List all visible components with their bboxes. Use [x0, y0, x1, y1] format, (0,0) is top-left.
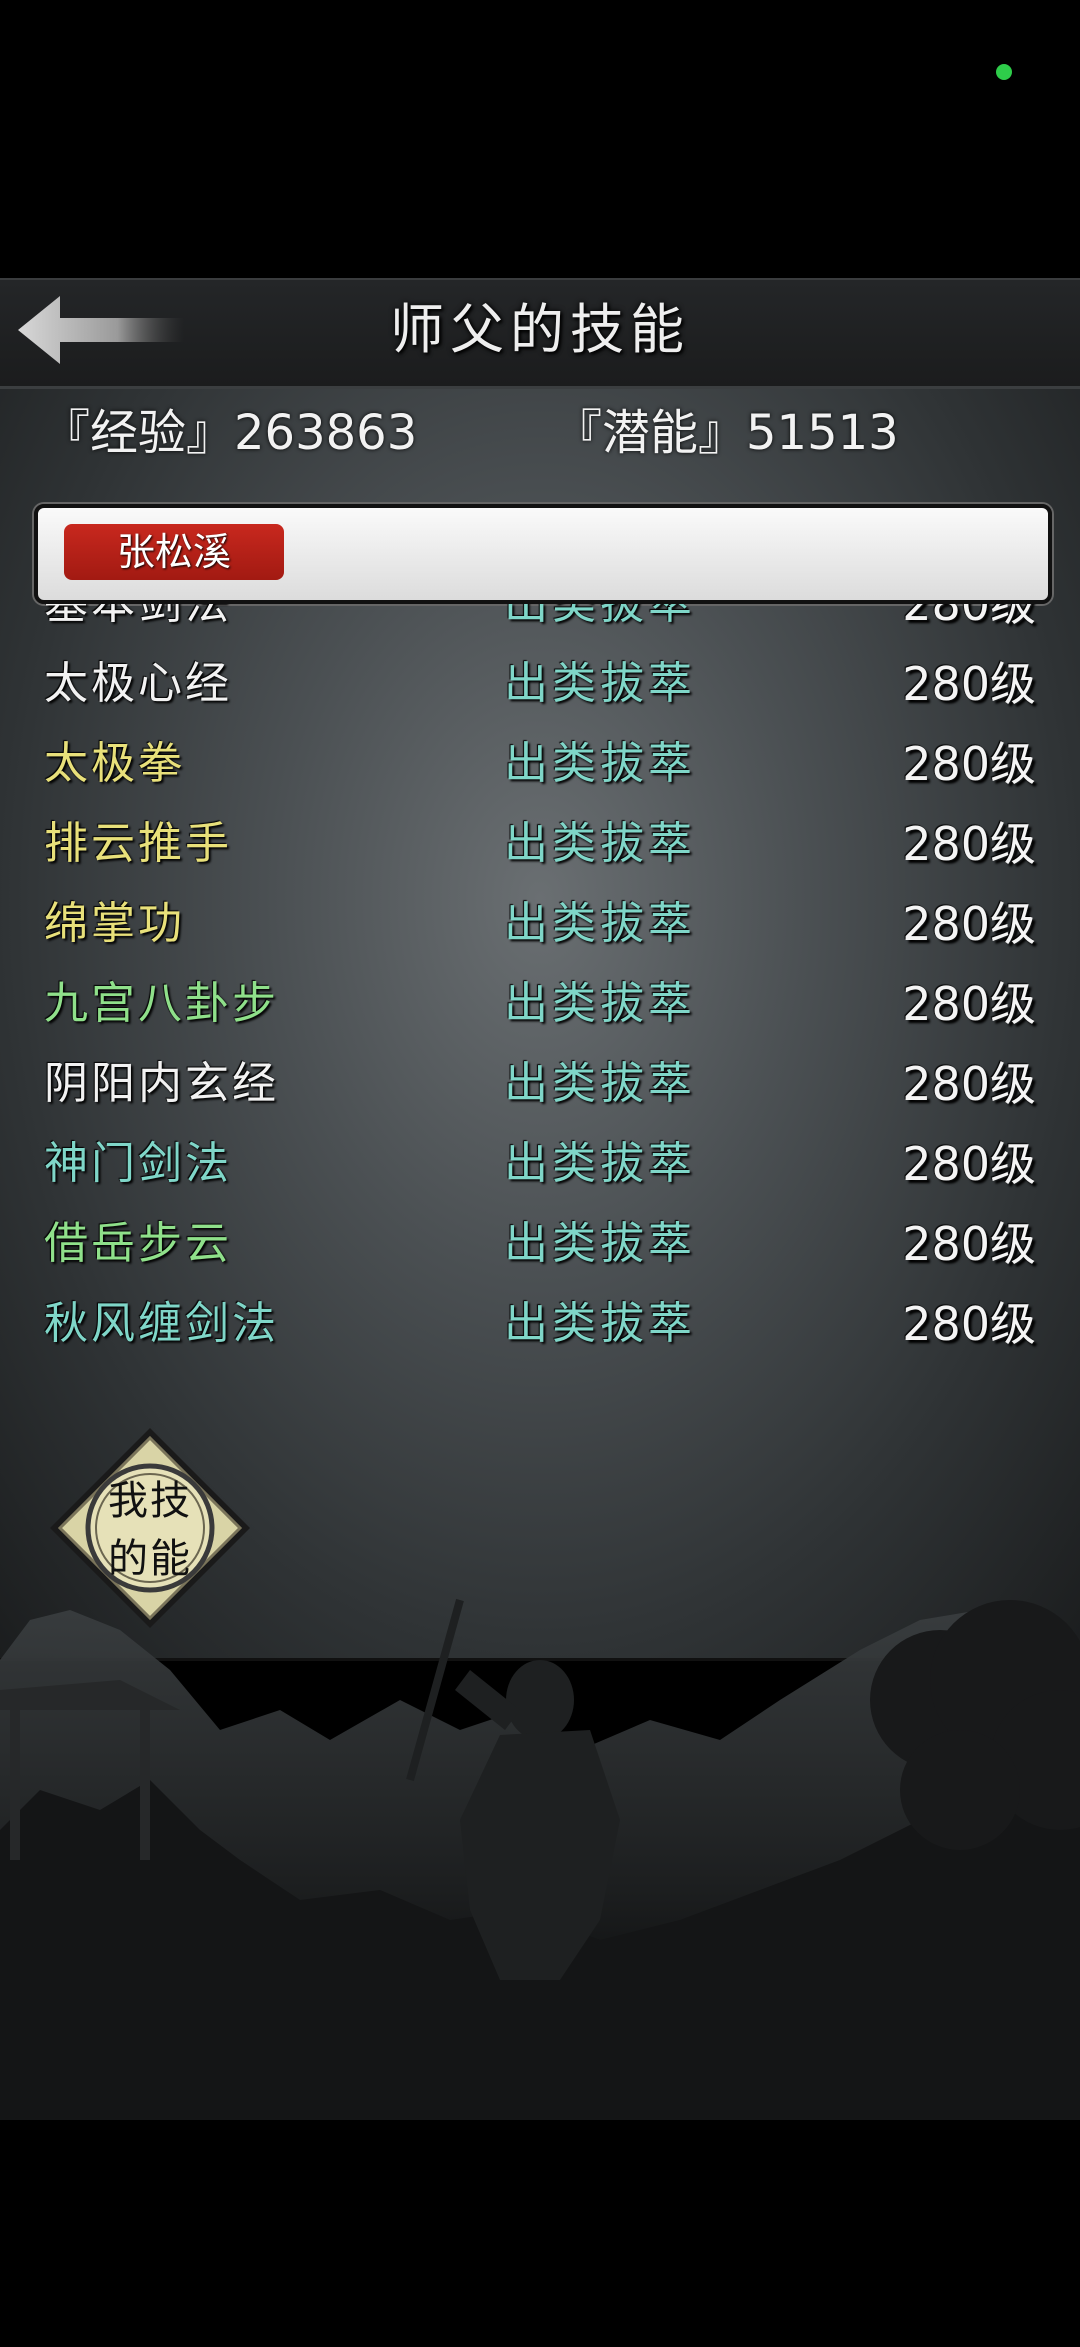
skill-name: 借岳步云: [44, 1218, 232, 1269]
skill-row[interactable]: 阴阳内玄经 出类拔萃 280级: [30, 1044, 1050, 1124]
skill-level: 280级: [902, 897, 1036, 951]
skill-row[interactable]: 基本剑法 出类拔萃 280级: [30, 604, 1050, 644]
skill-row[interactable]: 太极拳 出类拔萃 280级: [30, 724, 1050, 804]
skill-level: 280级: [902, 737, 1036, 791]
page-title: 师父的技能: [390, 298, 690, 361]
skill-grade: 出类拔萃: [504, 818, 696, 869]
skill-row[interactable]: 九宫八卦步 出类拔萃 280级: [30, 964, 1050, 1044]
skill-name: 排云推手: [44, 812, 288, 876]
skill-grade: 出类拔萃: [504, 1218, 696, 1269]
skill-grade: 出类拔萃: [504, 1138, 696, 1189]
skill-row[interactable]: 太极心经 出类拔萃 280级: [30, 644, 1050, 724]
tab-master-zhang[interactable]: 张松溪: [64, 524, 284, 580]
potential-stat: 『潜能』51513: [554, 405, 899, 461]
skill-name: 九宫八卦步: [44, 978, 279, 1029]
skill-name: 基本剑法: [44, 604, 248, 636]
skill-grade: 出类拔萃: [504, 738, 696, 789]
skill-level: 280级: [902, 1297, 1036, 1351]
skill-name: 秋风缠剑法: [44, 1298, 279, 1349]
skill-row[interactable]: 借岳步云 出类拔萃 280级: [30, 1204, 1050, 1284]
skill-grade: 出类拔萃: [504, 604, 696, 636]
skill-level: 280级: [902, 977, 1036, 1031]
skill-level: 280级: [902, 657, 1036, 711]
skill-grade: 出类拔萃: [504, 978, 696, 1029]
skill-grade: 出类拔萃: [504, 658, 696, 709]
skill-level: 280级: [902, 817, 1036, 871]
skill-name: 阴阳内玄经: [44, 1058, 279, 1109]
status-indicator-dot: [996, 64, 1012, 80]
skill-level: 280级: [902, 1137, 1036, 1191]
skill-list[interactable]: 基本剑法出类拔萃280级太极心经出类拔萃280级太极拳出类拔萃280级排云推手出…: [30, 604, 1050, 1360]
skill-name: 神门剑法: [44, 1138, 232, 1189]
skill-grade: 出类拔萃: [504, 898, 696, 949]
skill-level: 280级: [902, 1057, 1036, 1111]
skill-level: 280级: [902, 604, 1036, 631]
skill-row[interactable]: 排云推手 出类拔萃 280级: [30, 804, 1050, 884]
skill-row[interactable]: 神门剑法 出类拔萃 280级: [30, 1124, 1050, 1204]
skill-name: 太极拳: [44, 732, 241, 796]
skill-name: 绵掌功: [44, 892, 241, 956]
my-skills-label-line1: 我技: [108, 1478, 192, 1524]
skill-name: 太极心经: [44, 658, 232, 709]
experience-stat: 『经验』263863: [42, 405, 418, 461]
skill-level: 280级: [902, 1217, 1036, 1271]
skill-row[interactable]: 秋风缠剑法 出类拔萃 280级: [30, 1284, 1050, 1360]
skill-grade: 出类拔萃: [504, 1058, 696, 1109]
skill-grade: 出类拔萃: [504, 1298, 696, 1349]
ink-landscape-silhouette: [0, 1598, 1080, 2120]
skill-row[interactable]: 绵掌功 出类拔萃 280级: [30, 884, 1050, 964]
